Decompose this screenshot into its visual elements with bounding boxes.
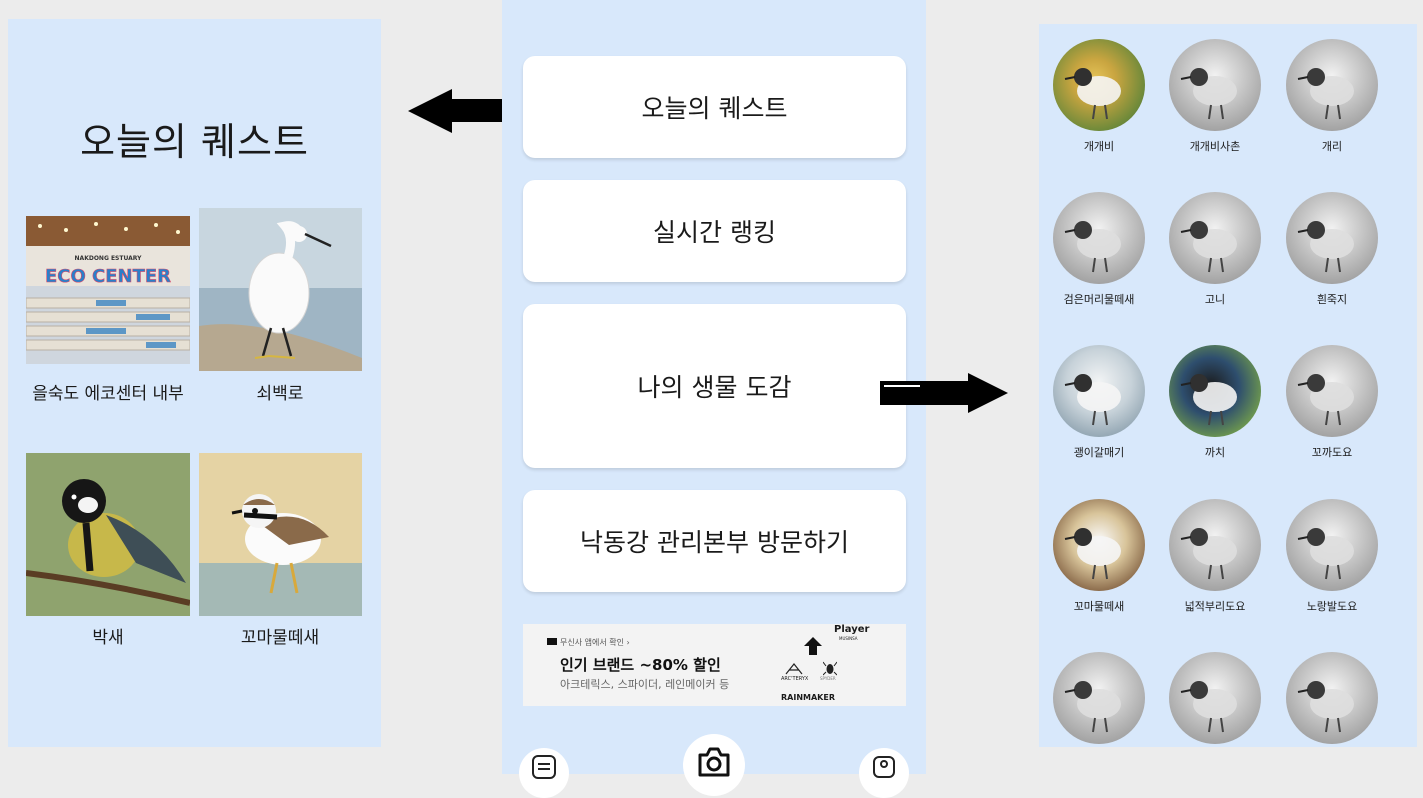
bird-name: 개리	[1321, 140, 1343, 153]
quest-label-plover: 꼬마물떼새	[240, 628, 320, 648]
bird-card[interactable]	[1274, 652, 1390, 747]
descente-logo-icon	[804, 637, 822, 655]
quest-label-eco-center: 을숙도 에코센터 내부	[32, 384, 184, 404]
quest-label-egret: 쇠백로	[256, 384, 304, 404]
bird-thumbnail	[1169, 499, 1261, 591]
list-icon	[532, 755, 556, 779]
eco-sign-large: ECO CENTER	[45, 266, 171, 287]
bird-card[interactable]: 넓적부리도요	[1157, 499, 1273, 614]
eco-center-image[interactable]: NAKDONG ESTUARY ECO CENTER	[26, 216, 190, 364]
bird-name: 넓적부리도요	[1184, 600, 1246, 613]
arrow-right-icon	[880, 373, 1008, 413]
bird-thumbnail	[1169, 345, 1261, 437]
ad-brand-musinsa: MUSINSA	[839, 636, 858, 641]
ad-brand-spyder: SPYDER	[820, 676, 836, 681]
bird-thumbnail	[1286, 499, 1378, 591]
bird-name: 꼬마물떼새	[1073, 600, 1125, 613]
bird-thumbnail	[1286, 192, 1378, 284]
bird-name: 개개비사촌	[1189, 140, 1241, 153]
bird-name: 꼬까도요	[1311, 446, 1353, 459]
camera-icon	[698, 747, 730, 777]
great-tit-image[interactable]	[26, 453, 190, 616]
bird-card[interactable]: 검은머리물떼새	[1041, 192, 1157, 307]
eco-sign-small: NAKDONG ESTUARY	[75, 255, 143, 262]
bird-thumbnail	[1053, 652, 1145, 744]
bird-thumbnail	[1053, 345, 1145, 437]
bird-card[interactable]: 고니	[1157, 192, 1273, 307]
bird-card[interactable]: 개리	[1274, 39, 1390, 154]
quest-label-great-tit: 박새	[92, 628, 124, 648]
bird-thumbnail	[1169, 39, 1261, 131]
bird-book-panel: 개개비 개개비사촌 개리검은머리물떼새 고니 흰죽지괭이갈매기 까치 꼬까도요꼬마물떼새 넓적…	[1039, 24, 1417, 747]
little-ringed-plover-image[interactable]	[199, 453, 362, 616]
main-phone-screen: 오늘의 퀘스트 실시간 랭킹 나의 생물 도감 낙동강 관리본부 방문하기 무신…	[502, 0, 926, 798]
bird-thumbnail	[1286, 345, 1378, 437]
bird-name: 괭이갈매기	[1073, 446, 1125, 459]
bird-card[interactable]: 괭이갈매기	[1041, 345, 1157, 460]
bird-thumbnail	[1169, 652, 1261, 744]
bird-card[interactable]: 개개비사촌	[1157, 39, 1273, 154]
bird-card[interactable]	[1041, 652, 1157, 747]
quest-title: 오늘의 퀘스트	[80, 120, 309, 164]
bird-thumbnail	[1053, 192, 1145, 284]
bird-card[interactable]	[1157, 652, 1273, 747]
realtime-ranking-button[interactable]: 실시간 랭킹	[523, 180, 906, 282]
camera-nav-button[interactable]	[683, 734, 745, 796]
quest-panel: 오늘의 퀘스트 NAKDONG ESTUARY ECO CENTER 을숙도 에…	[8, 19, 381, 747]
bird-card[interactable]: 흰죽지	[1274, 192, 1390, 307]
bird-thumbnail	[1286, 652, 1378, 744]
ad-small-text: 무신사 앱에서 확인 ›	[547, 638, 630, 647]
ad-brand-arcteryx: ARC'TERYX	[781, 676, 809, 682]
bird-card[interactable]: 개개비	[1041, 39, 1157, 154]
ad-subtext: 아크테릭스, 스파이더, 레인메이커 등	[560, 678, 730, 691]
arcteryx-logo-icon	[785, 663, 803, 675]
egret-image[interactable]	[199, 208, 362, 371]
profile-icon	[873, 756, 895, 778]
bird-name: 까치	[1204, 446, 1226, 459]
bird-card[interactable]: 까치	[1157, 345, 1273, 460]
my-creature-book-button[interactable]: 나의 생물 도감	[523, 304, 906, 468]
bird-card[interactable]: 노랑발도요	[1274, 499, 1390, 614]
bird-thumbnail	[1169, 192, 1261, 284]
list-nav-button[interactable]	[519, 748, 569, 798]
bird-name: 흰죽지	[1316, 293, 1348, 306]
bird-name: 검은머리물떼새	[1063, 293, 1135, 306]
bird-thumbnail	[1053, 39, 1145, 131]
bird-thumbnail	[1053, 499, 1145, 591]
bird-name: 노랑발도요	[1306, 600, 1358, 613]
bird-card[interactable]: 꼬까도요	[1274, 345, 1390, 460]
ad-brand-player: Player	[834, 624, 870, 635]
ad-headline: 인기 브랜드 ~80% 할인	[560, 656, 721, 674]
today-quest-button[interactable]: 오늘의 퀘스트	[523, 56, 906, 158]
bird-name: 개개비	[1083, 140, 1115, 153]
ad-brand-rainmaker: RAINMAKER	[781, 693, 835, 702]
ad-banner[interactable]: 무신사 앱에서 확인 › 인기 브랜드 ~80% 할인 아크테릭스, 스파이더,…	[523, 624, 906, 706]
nakdong-visit-button[interactable]: 낙동강 관리본부 방문하기	[523, 490, 906, 592]
bird-card[interactable]: 꼬마물떼새	[1041, 499, 1157, 614]
profile-nav-button[interactable]	[859, 748, 909, 798]
bird-name: 고니	[1204, 293, 1226, 306]
bird-thumbnail	[1286, 39, 1378, 131]
spyder-logo-icon	[823, 661, 837, 676]
